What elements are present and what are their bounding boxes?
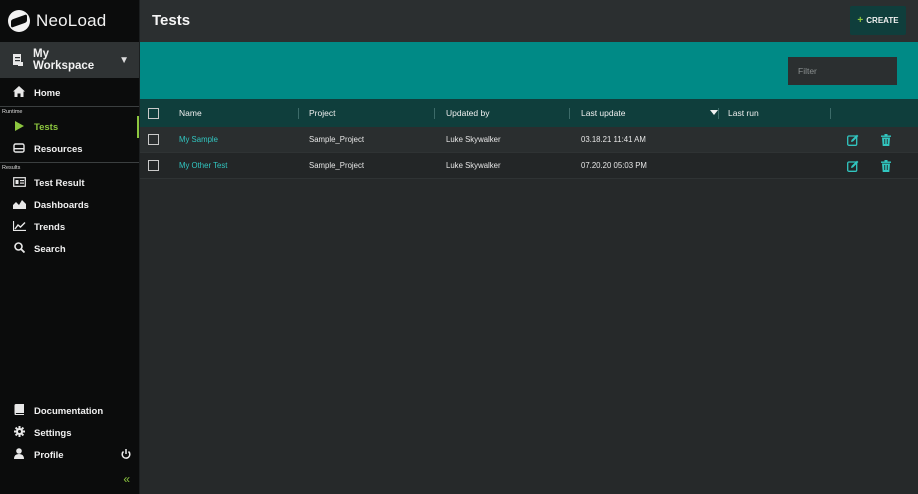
sidebar-item-test-result[interactable]: Test Result [0,172,139,194]
edit-icon[interactable] [847,160,859,172]
workspace-selector[interactable]: My Workspace ▼ [0,42,139,78]
column-header-last-update[interactable]: Last update [581,99,625,127]
filter-bar [140,42,918,99]
sidebar-item-label: Tests [34,121,59,133]
workspace-label: My Workspace [33,48,95,72]
sidebar-item-label: Search [34,243,66,255]
sidebar: NeoLoad My Workspace ▼ Home Runtime Test… [0,0,140,494]
sidebar-item-profile[interactable]: Profile [0,444,139,466]
home-icon [13,86,25,100]
dashboards-icon [13,199,26,212]
column-header-updated-by[interactable]: Updated by [446,99,489,127]
table-header: Name Project Updated by Last update Last… [140,99,918,127]
sidebar-item-label: Home [34,87,61,99]
sidebar-item-label: Profile [34,449,64,461]
sidebar-item-resources[interactable]: Resources [0,138,139,160]
neoload-logo-icon [8,10,30,32]
filter-input[interactable] [788,57,897,85]
create-label: CREATE [866,16,899,25]
test-name-link[interactable]: My Sample [179,127,218,152]
chevron-down-icon: ▼ [119,54,129,66]
sidebar-item-search[interactable]: Search [0,238,139,260]
sidebar-item-label: Settings [34,427,72,439]
sidebar-item-settings[interactable]: Settings [0,422,139,444]
column-divider [569,108,570,119]
page-title: Tests [152,12,191,29]
test-result-icon [13,176,26,190]
column-header-last-run[interactable]: Last run [728,99,759,127]
column-header-project[interactable]: Project [309,99,335,127]
cell-project: Sample_Project [309,135,365,144]
sidebar-item-label: Dashboards [34,199,89,211]
sidebar-item-tests[interactable]: Tests [0,116,139,138]
workspace-icon [13,54,23,66]
cell-updated-by: Luke Skywalker [446,161,501,170]
column-divider [298,108,299,119]
sort-desc-icon[interactable] [710,110,718,115]
edit-icon[interactable] [847,134,859,146]
delete-icon[interactable] [880,134,892,146]
section-label-runtime: Runtime [0,106,139,116]
column-divider [830,108,831,119]
sidebar-item-label: Documentation [34,405,104,417]
tests-table: Name Project Updated by Last update Last… [140,99,918,179]
search-icon [13,242,25,256]
sidebar-item-dashboards[interactable]: Dashboards [0,194,139,216]
resources-icon [13,142,25,156]
section-label-results: Results [0,162,139,172]
cell-last-update: 03.18.21 11:41 AM [581,135,646,144]
user-icon [13,448,25,462]
book-icon [13,404,25,418]
column-divider [718,108,719,119]
sidebar-item-label: Resources [34,143,83,155]
sidebar-item-label: Trends [34,221,66,233]
create-button[interactable]: + CREATE [850,6,906,35]
page-header: Tests + CREATE [140,0,918,42]
table-row[interactable]: My Other Test Sample_Project Luke Skywal… [140,153,918,179]
column-divider [434,108,435,119]
column-header-name[interactable]: Name [179,99,202,127]
row-checkbox[interactable] [148,160,159,171]
table-row[interactable]: My Sample Sample_Project Luke Skywalker … [140,127,918,153]
power-icon[interactable] [121,448,131,462]
sidebar-item-label: Test Result [34,177,85,189]
select-all-checkbox[interactable] [148,107,159,119]
test-name-link[interactable]: My Other Test [179,153,227,178]
cell-updated-by: Luke Skywalker [446,135,501,144]
gear-icon [13,426,25,440]
delete-icon[interactable] [880,160,892,172]
trends-icon [12,220,26,234]
plus-icon: + [857,15,864,26]
sidebar-item-home[interactable]: Home [0,82,139,104]
row-checkbox[interactable] [148,134,159,145]
app-name: NeoLoad [36,11,107,30]
collapse-sidebar-icon[interactable]: « [123,472,130,486]
cell-last-update: 07.20.20 05:03 PM [581,161,647,170]
play-icon [13,120,25,134]
app-logo[interactable]: NeoLoad [0,0,139,42]
cell-project: Sample_Project [309,161,365,170]
sidebar-item-trends[interactable]: Trends [0,216,139,238]
sidebar-item-documentation[interactable]: Documentation [0,400,139,422]
